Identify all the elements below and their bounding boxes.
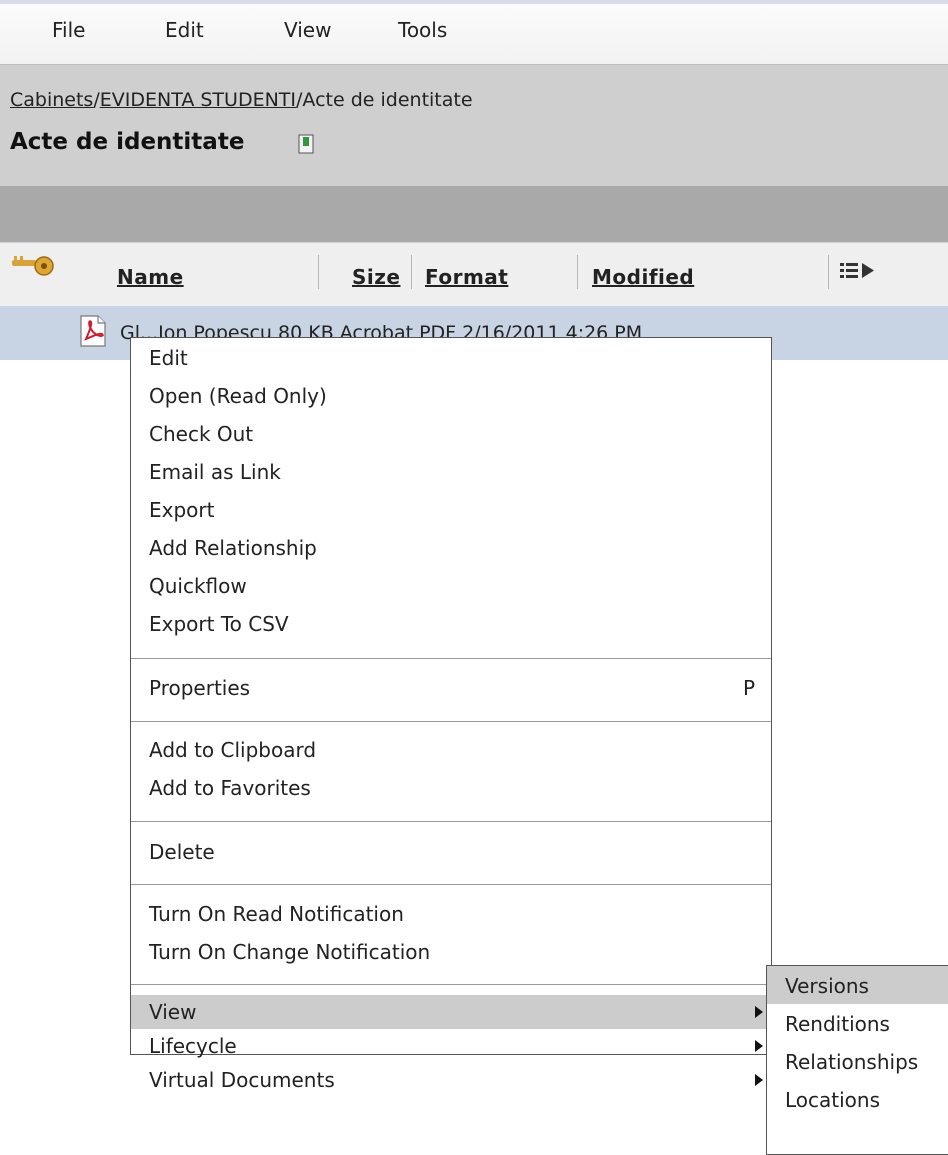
menu-item-label: Add Relationship	[149, 536, 317, 560]
folder-header: Cabinets/EVIDENTA STUDENTI/Acte de ident…	[0, 64, 948, 187]
submenu-arrow-icon	[755, 1074, 763, 1086]
menu-item-email-as-link[interactable]: Email as Link	[131, 452, 771, 490]
menu-item-label: View	[149, 1000, 197, 1024]
column-header-size[interactable]: Size	[352, 265, 400, 289]
breadcrumb-cabinets[interactable]: Cabinets	[10, 89, 93, 111]
menu-item-label: Export To CSV	[149, 612, 289, 636]
menu-tools[interactable]: Tools	[398, 18, 447, 42]
column-divider[interactable]	[318, 255, 319, 289]
submenu-item-versions[interactable]: Versions	[767, 966, 948, 1004]
column-headers: Name Size Format Modified	[0, 242, 948, 307]
toolbar-strip	[0, 186, 948, 242]
menu-item-label: Email as Link	[149, 460, 281, 484]
menu-item-add-relationship[interactable]: Add Relationship	[131, 528, 771, 566]
column-header-format[interactable]: Format	[425, 265, 508, 289]
submenu-arrow-icon	[755, 1040, 763, 1052]
menu-item-label: Properties	[149, 676, 251, 700]
menu-item-label: Open (Read Only)	[149, 384, 327, 408]
menu-item-view[interactable]: View	[131, 995, 771, 1029]
menu-item-label: Check Out	[149, 422, 254, 446]
menu-item-shortcut: P	[742, 676, 755, 700]
menu-separator	[131, 721, 771, 722]
menubar: File Edit View Tools	[0, 0, 948, 64]
submenu-item-relationships[interactable]: Relationships	[767, 1042, 948, 1080]
menu-item-export-to-csv[interactable]: Export To CSV	[131, 604, 771, 642]
page-title: Acte de identitate	[10, 129, 245, 155]
column-divider[interactable]	[828, 255, 829, 289]
key-icon	[10, 253, 56, 283]
menu-item-label: Add to Clipboard	[149, 738, 317, 762]
context-menu: Edit Open (Read Only) Check Out Email as…	[130, 337, 772, 1092]
menu-item-label: Virtual Documents	[149, 1068, 335, 1092]
submenu-item-label: Renditions	[785, 1012, 890, 1036]
column-header-modified[interactable]: Modified	[592, 265, 694, 289]
menu-separator	[131, 821, 771, 822]
menu-item-delete[interactable]: Delete	[131, 832, 771, 870]
breadcrumb-current: Acte de identitate	[302, 89, 473, 111]
menu-item-virtual-documents[interactable]: Virtual Documents	[131, 1063, 771, 1097]
menu-separator	[131, 884, 771, 885]
menu-item-export[interactable]: Export	[131, 490, 771, 528]
column-picker-icon[interactable]	[840, 261, 876, 285]
submenu-item-renditions[interactable]: Renditions	[767, 1004, 948, 1042]
menu-item-lifecycle[interactable]: Lifecycle	[131, 1029, 771, 1063]
menu-item-check-out[interactable]: Check Out	[131, 414, 771, 452]
menu-item-label: Lifecycle	[149, 1034, 237, 1058]
submenu-item-locations[interactable]: Locations	[767, 1080, 948, 1118]
menu-item-label: Turn On Change Notification	[149, 940, 431, 964]
column-divider[interactable]	[411, 255, 412, 289]
menu-item-add-to-clipboard[interactable]: Add to Clipboard	[131, 730, 771, 768]
menu-item-quickflow[interactable]: Quickflow	[131, 566, 771, 604]
menu-separator	[131, 984, 771, 985]
menu-item-label: Export	[149, 498, 215, 522]
menu-file[interactable]: File	[52, 18, 85, 42]
menu-separator	[131, 658, 771, 659]
column-divider[interactable]	[577, 255, 578, 289]
document-icon[interactable]	[298, 134, 314, 158]
menu-item-label: Delete	[149, 840, 215, 864]
view-submenu: Versions Renditions Relationships Locati…	[766, 965, 948, 1155]
menu-item-label: Turn On Read Notification	[149, 902, 404, 926]
breadcrumb: Cabinets/EVIDENTA STUDENTI/Acte de ident…	[10, 89, 473, 111]
menu-item-add-to-favorites[interactable]: Add to Favorites	[131, 768, 771, 806]
menu-item-open-read-only[interactable]: Open (Read Only)	[131, 376, 771, 414]
pdf-file-icon	[78, 314, 108, 352]
menu-item-read-notification[interactable]: Turn On Read Notification	[131, 894, 771, 932]
menu-edit[interactable]: Edit	[165, 18, 204, 42]
breadcrumb-evidenta-studenti[interactable]: EVIDENTA STUDENTI	[100, 89, 296, 111]
submenu-item-label: Relationships	[785, 1050, 919, 1074]
submenu-item-label: Versions	[785, 974, 869, 998]
submenu-item-label: Locations	[785, 1088, 881, 1112]
menu-item-edit[interactable]: Edit	[131, 338, 771, 376]
column-header-name[interactable]: Name	[117, 265, 184, 289]
menu-item-properties[interactable]: Properties P	[131, 668, 771, 706]
menu-item-label: Add to Favorites	[149, 776, 311, 800]
menu-item-label: Quickflow	[149, 574, 247, 598]
menu-item-change-notification[interactable]: Turn On Change Notification	[131, 932, 771, 970]
submenu-arrow-icon	[755, 1006, 763, 1018]
menu-view[interactable]: View	[284, 18, 331, 42]
menu-item-label: Edit	[149, 346, 188, 370]
